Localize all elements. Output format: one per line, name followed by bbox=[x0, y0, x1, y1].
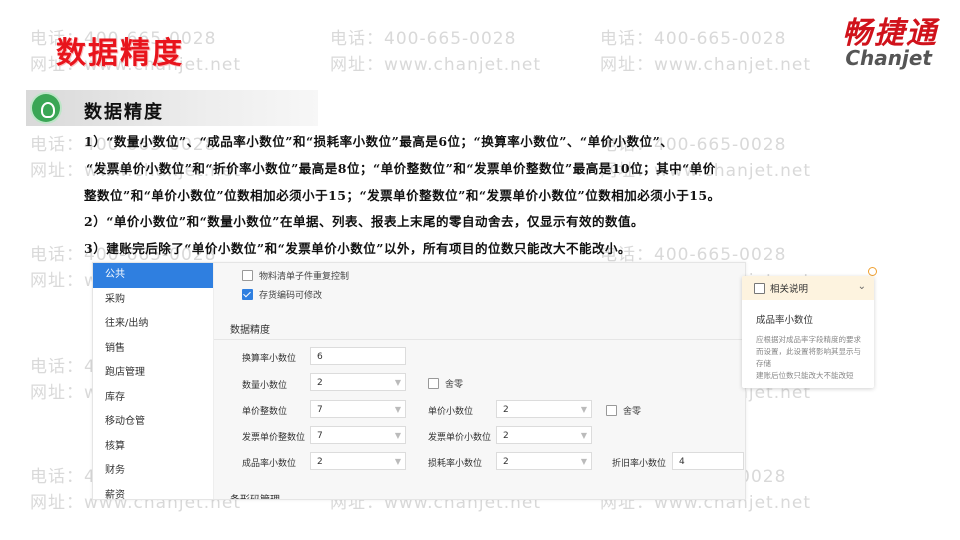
bom-duplicate-option[interactable]: 物料清单子件重复控制 bbox=[242, 269, 349, 282]
menu-item-sales[interactable]: 销售 bbox=[93, 337, 213, 362]
settings-menu: 公共 采购 往来/出纳 销售 跑店管理 库存 移动仓管 核算 财务 薪资 bbox=[93, 263, 214, 499]
qty-select[interactable]: 2 ▼ bbox=[310, 373, 406, 391]
yield-label: 成品率小数位 bbox=[242, 459, 297, 469]
inv-int-label: 发票单价整数位 bbox=[242, 433, 306, 443]
settings-main: 物料清单子件重复控制 存货编码可修改 数据精度 换算率小数位 6 数量小数位 2… bbox=[214, 263, 745, 499]
menu-item-finance[interactable]: 财务 bbox=[93, 459, 213, 484]
code-editable-option[interactable]: 存货编码可修改 bbox=[242, 288, 322, 301]
qty-label: 数量小数位 bbox=[242, 381, 288, 391]
conv-rate-field[interactable]: 6 bbox=[310, 347, 406, 365]
paragraph-line: 1）“数量小数位”、“成品率小数位”和“损耗率小数位”最高是6位；“换算率小数位… bbox=[84, 134, 674, 149]
watermark-phone: 电话：400-665-0028 bbox=[600, 29, 787, 49]
help-panel: 相关说明 ⌄ 成品率小数位 应根据对成品率字段精度的要求而设置，此设置将影响其显… bbox=[742, 276, 874, 388]
help-title: 成品率小数位 bbox=[756, 315, 814, 326]
inv-dec-select[interactable]: 2 ▼ bbox=[496, 426, 592, 444]
menu-item-public[interactable]: 公共 bbox=[93, 263, 213, 288]
help-header-label: 相关说明 bbox=[770, 284, 809, 295]
paragraph-line: 3）建账完后除了“单价小数位”和“发票单价小数位”以外，所有项目的位数只能改大不… bbox=[84, 241, 631, 256]
menu-item-mobile-warehouse[interactable]: 移动仓管 bbox=[93, 410, 213, 435]
chevron-down-icon: ▼ bbox=[394, 378, 401, 387]
watermark-site: 网址：www.chanjet.net bbox=[330, 55, 542, 75]
menu-item-inventory[interactable]: 库存 bbox=[93, 386, 213, 411]
group-title-barcode: 条形码管理 bbox=[230, 491, 280, 499]
help-panel-header[interactable]: 相关说明 ⌄ bbox=[742, 276, 874, 300]
inv-int-select[interactable]: 7 ▼ bbox=[310, 426, 406, 444]
checkbox-label: 存货编码可修改 bbox=[259, 291, 323, 301]
price-int-label: 单价整数位 bbox=[242, 407, 288, 417]
chevron-down-icon: ▼ bbox=[394, 457, 401, 466]
divider bbox=[214, 339, 745, 340]
settings-screenshot: 公共 采购 往来/出纳 销售 跑店管理 库存 移动仓管 核算 财务 薪资 物料清… bbox=[92, 262, 746, 500]
chevron-down-icon: ▼ bbox=[394, 431, 401, 440]
price-round-option[interactable]: 舍零 bbox=[606, 404, 641, 417]
help-body: 应根据对成品率字段精度的要求而设置，此设置将影响其显示与存储 建账后位数只能改大… bbox=[756, 335, 861, 380]
pin-icon[interactable] bbox=[868, 267, 877, 276]
paragraph-line: 整数位”和“单价小数位”位数相加必须小于15；“发票单价整数位”和“发票单价小数… bbox=[84, 188, 721, 203]
loss-label: 损耗率小数位 bbox=[428, 459, 483, 469]
paragraph-line: “发票单价小数位”和“折价率小数位”最高是8位；“单价整数位”和“发票单价整数位… bbox=[86, 161, 716, 176]
menu-item-accounts[interactable]: 往来/出纳 bbox=[93, 312, 213, 337]
section-title: 数据精度 bbox=[84, 102, 164, 123]
yield-select[interactable]: 2 ▼ bbox=[310, 452, 406, 470]
chevron-down-icon: ▼ bbox=[580, 457, 587, 466]
page-title: 数据精度 bbox=[56, 36, 184, 71]
chevron-down-icon: ▼ bbox=[394, 405, 401, 414]
section-header-bar bbox=[26, 90, 318, 126]
qty-round-option[interactable]: 舍零 bbox=[428, 377, 463, 390]
checkbox-label: 物料清单子件重复控制 bbox=[259, 272, 350, 282]
brand-logo: 畅捷通 Chanjet bbox=[842, 8, 938, 70]
menu-item-purchase[interactable]: 采购 bbox=[93, 288, 213, 313]
menu-item-accounting[interactable]: 核算 bbox=[93, 435, 213, 460]
loss-select[interactable]: 2 ▼ bbox=[496, 452, 592, 470]
dep-label: 折旧率小数位 bbox=[612, 459, 667, 469]
dep-field[interactable]: 4 bbox=[672, 452, 744, 470]
chevron-down-icon[interactable]: ⌄ bbox=[858, 281, 866, 292]
checkbox-label: 舍零 bbox=[623, 407, 642, 417]
conv-rate-label: 换算率小数位 bbox=[242, 354, 297, 364]
chevron-down-icon: ▼ bbox=[580, 431, 587, 440]
chevron-down-icon: ▼ bbox=[580, 405, 587, 414]
price-dec-label: 单价小数位 bbox=[428, 407, 474, 417]
menu-item-store[interactable]: 跑店管理 bbox=[93, 361, 213, 386]
watermark-site: 网址：www.chanjet.net bbox=[600, 55, 812, 75]
inv-dec-label: 发票单价小数位 bbox=[428, 433, 492, 443]
price-int-select[interactable]: 7 ▼ bbox=[310, 400, 406, 418]
checkbox[interactable] bbox=[606, 405, 617, 416]
watermark-phone: 电话：400-665-0028 bbox=[330, 29, 517, 49]
price-dec-select[interactable]: 2 ▼ bbox=[496, 400, 592, 418]
checkbox[interactable] bbox=[428, 378, 439, 389]
menu-item-payroll[interactable]: 薪资 bbox=[93, 484, 213, 500]
checkbox-checked[interactable] bbox=[242, 289, 253, 300]
paragraph-line: 2）“单价小数位”和“数量小数位”在单据、列表、报表上末尾的零自动舍去，仅显示有… bbox=[84, 214, 644, 229]
group-title-precision: 数据精度 bbox=[230, 325, 270, 336]
checkbox-label: 舍零 bbox=[445, 380, 464, 390]
logo-english: Chanjet bbox=[845, 46, 932, 70]
lightbulb-icon bbox=[32, 94, 60, 122]
checkbox[interactable] bbox=[242, 270, 253, 281]
document-icon bbox=[754, 282, 765, 294]
